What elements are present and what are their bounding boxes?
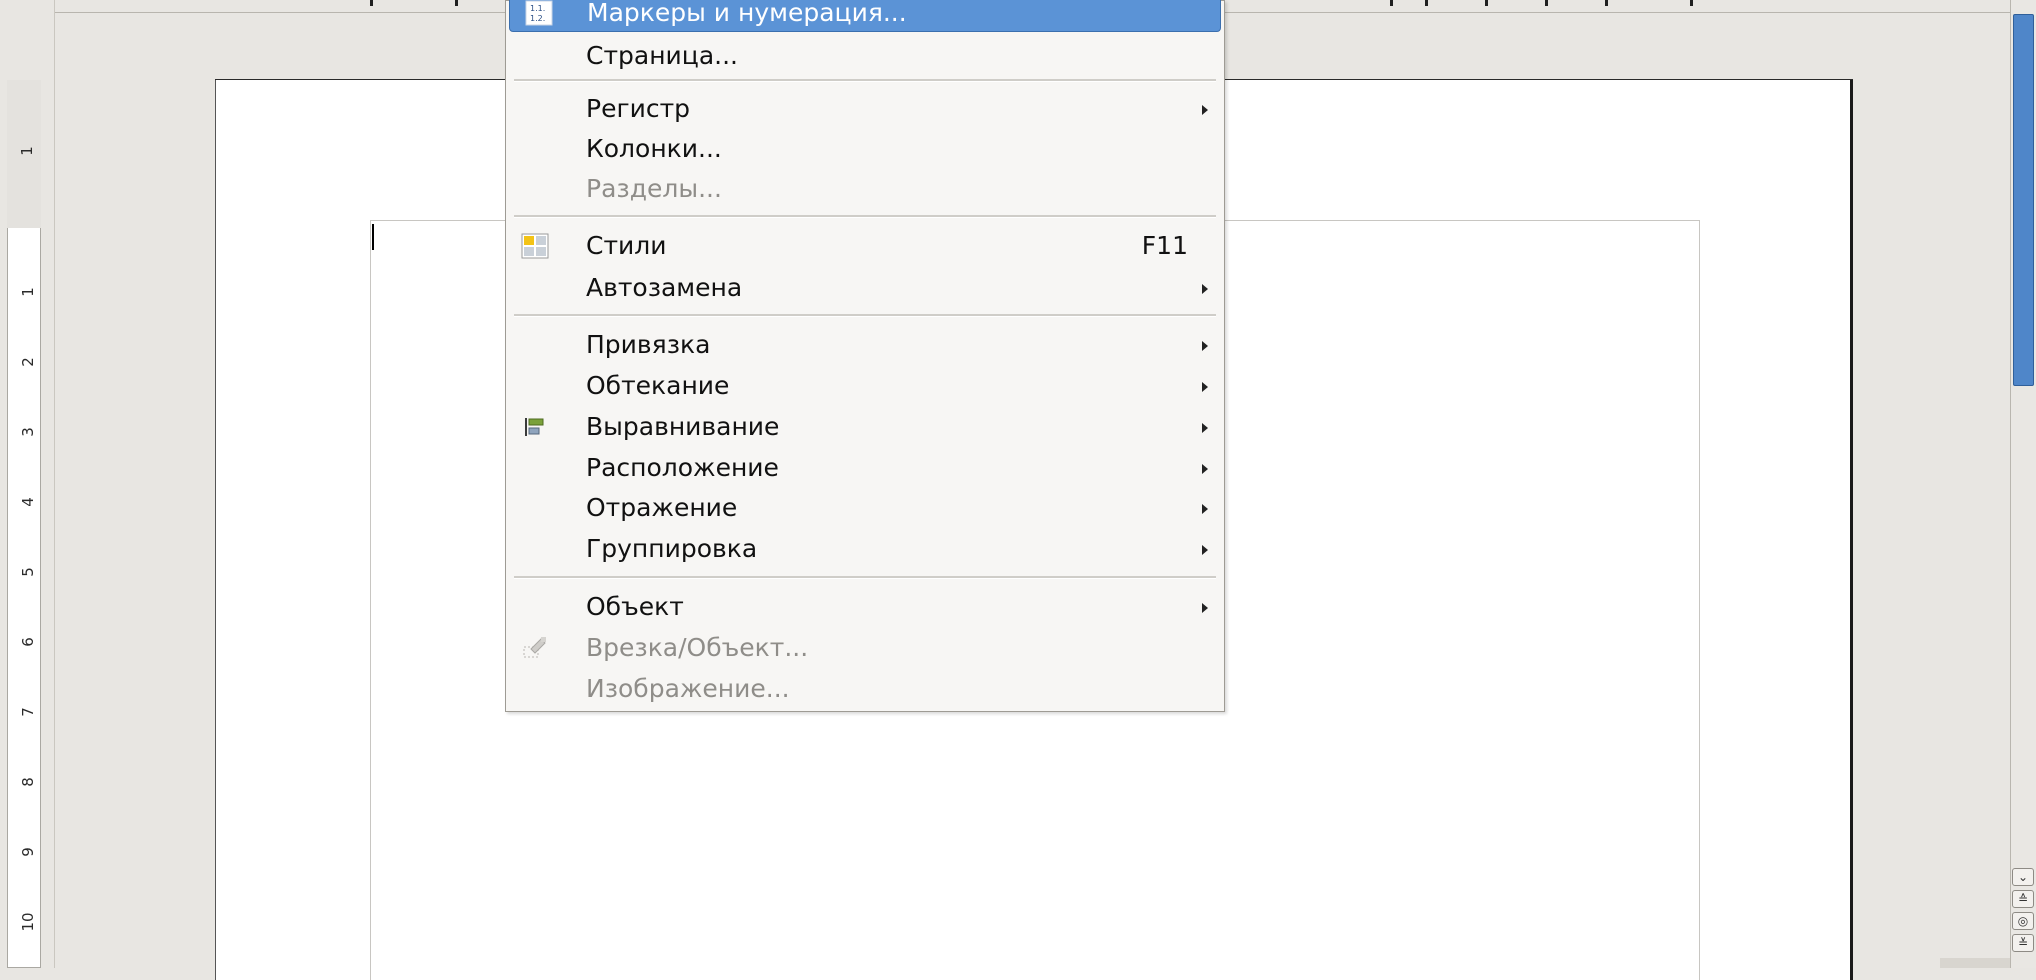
- menu-item-sections: Разделы...: [506, 169, 1224, 209]
- submenu-arrow-icon: [1202, 284, 1208, 294]
- toolbar-edge-mark: [455, 0, 458, 6]
- menu-item-arrange[interactable]: Расположение: [506, 448, 1224, 488]
- toolbar-edge-mark: [1605, 0, 1608, 6]
- submenu-arrow-icon: [1202, 423, 1208, 433]
- svg-text:1.2.: 1.2.: [530, 14, 545, 23]
- menu-item-label: Изображение...: [586, 674, 790, 703]
- scrollbar-corner: [1940, 958, 2010, 968]
- page-right-shadow: [1850, 80, 1853, 980]
- menu-item-bullets-numbering[interactable]: 1.1. 1.2. Маркеры и нумерация...: [509, 0, 1221, 32]
- styles-icon: [521, 233, 549, 259]
- ruler-number: 8: [19, 777, 37, 787]
- menu-item-label: Обтекание: [586, 371, 730, 400]
- ruler-top-margin: 1: [7, 80, 41, 228]
- menu-separator: [514, 215, 1216, 218]
- menu-item-group[interactable]: Группировка: [506, 529, 1224, 569]
- menu-separator: [514, 314, 1216, 317]
- menu-item-label: Страница...: [586, 41, 738, 70]
- toolbar-edge-mark: [1485, 0, 1488, 6]
- submenu-arrow-icon: [1202, 341, 1208, 351]
- menu-separator: [514, 79, 1216, 82]
- next-page-icon[interactable]: ≚: [2012, 934, 2034, 952]
- ruler-number: 1: [18, 146, 36, 156]
- page-left-edge: [215, 80, 216, 980]
- ruler-number: 6: [19, 637, 37, 647]
- bullets-numbering-icon: 1.1. 1.2.: [525, 0, 553, 26]
- menu-item-shortcut: F11: [1141, 231, 1188, 260]
- menu-item-columns[interactable]: Колонки...: [506, 129, 1224, 169]
- submenu-arrow-icon: [1202, 504, 1208, 514]
- scroll-down-icon[interactable]: ⌄: [2012, 868, 2034, 886]
- menu-item-wrap[interactable]: Обтекание: [506, 366, 1224, 406]
- menu-item-label: Маркеры и нумерация...: [587, 0, 907, 27]
- menu-item-label: Колонки...: [586, 134, 722, 163]
- ruler-number: 9: [19, 847, 37, 857]
- ruler-number: 10: [19, 912, 37, 932]
- menu-item-label: Регистр: [586, 94, 691, 123]
- submenu-arrow-icon: [1202, 464, 1208, 474]
- menu-item-label: Расположение: [586, 453, 779, 482]
- ruler-number: 3: [19, 427, 37, 437]
- navigator-icon[interactable]: ◎: [2012, 912, 2034, 930]
- submenu-arrow-icon: [1202, 603, 1208, 613]
- toolbar-edge-mark: [1390, 0, 1393, 6]
- menu-item-label: Отражение: [586, 493, 738, 522]
- menu-item-anchor[interactable]: Привязка: [506, 325, 1224, 365]
- toolbar-edge-mark: [370, 0, 373, 6]
- scrollbar-thumb[interactable]: [2013, 14, 2034, 386]
- menu-item-label: Привязка: [586, 330, 711, 359]
- menu-item-autocorrect[interactable]: Автозамена: [506, 268, 1224, 308]
- format-menu: 1.1. 1.2. Маркеры и нумерация... Страниц…: [505, 0, 1225, 712]
- ruler-edge: [54, 0, 55, 968]
- menu-item-styles[interactable]: Стили F11: [506, 226, 1224, 266]
- ruler-number: 1: [19, 287, 37, 297]
- menu-item-alignment[interactable]: Выравнивание: [506, 407, 1224, 447]
- menu-item-label: Группировка: [586, 534, 758, 563]
- menu-item-label: Стили: [586, 231, 667, 260]
- menu-separator: [514, 576, 1216, 579]
- submenu-arrow-icon: [1202, 105, 1208, 115]
- menu-item-register[interactable]: Регистр: [506, 89, 1224, 129]
- svg-text:1.1.: 1.1.: [530, 4, 545, 13]
- menu-item-label: Автозамена: [586, 273, 743, 302]
- menu-item-image: Изображение...: [506, 669, 1224, 709]
- menu-item-label: Разделы...: [586, 174, 722, 203]
- toolbar-edge-mark: [1545, 0, 1548, 6]
- menu-item-page[interactable]: Страница...: [506, 36, 1224, 76]
- submenu-arrow-icon: [1202, 382, 1208, 392]
- menu-item-label: Выравнивание: [586, 412, 780, 441]
- ruler-number: 4: [19, 497, 37, 507]
- menu-item-frame-object: Врезка/Объект...: [506, 628, 1224, 668]
- ruler-number: 5: [19, 567, 37, 577]
- toolbar-edge-mark: [1690, 0, 1693, 6]
- toolbar-edge-mark: [1425, 0, 1428, 6]
- text-cursor: [372, 224, 374, 250]
- menu-item-label: Объект: [586, 592, 684, 621]
- ruler-number: 7: [19, 707, 37, 717]
- menu-item-flip[interactable]: Отражение: [506, 488, 1224, 528]
- menu-item-object[interactable]: Объект: [506, 587, 1224, 627]
- submenu-arrow-icon: [1202, 545, 1208, 555]
- previous-page-icon[interactable]: ≙: [2012, 890, 2034, 908]
- menu-item-label: Врезка/Объект...: [586, 633, 809, 662]
- align-icon: [521, 414, 549, 440]
- frame-object-icon: [521, 635, 549, 661]
- ruler-number: 2: [19, 357, 37, 367]
